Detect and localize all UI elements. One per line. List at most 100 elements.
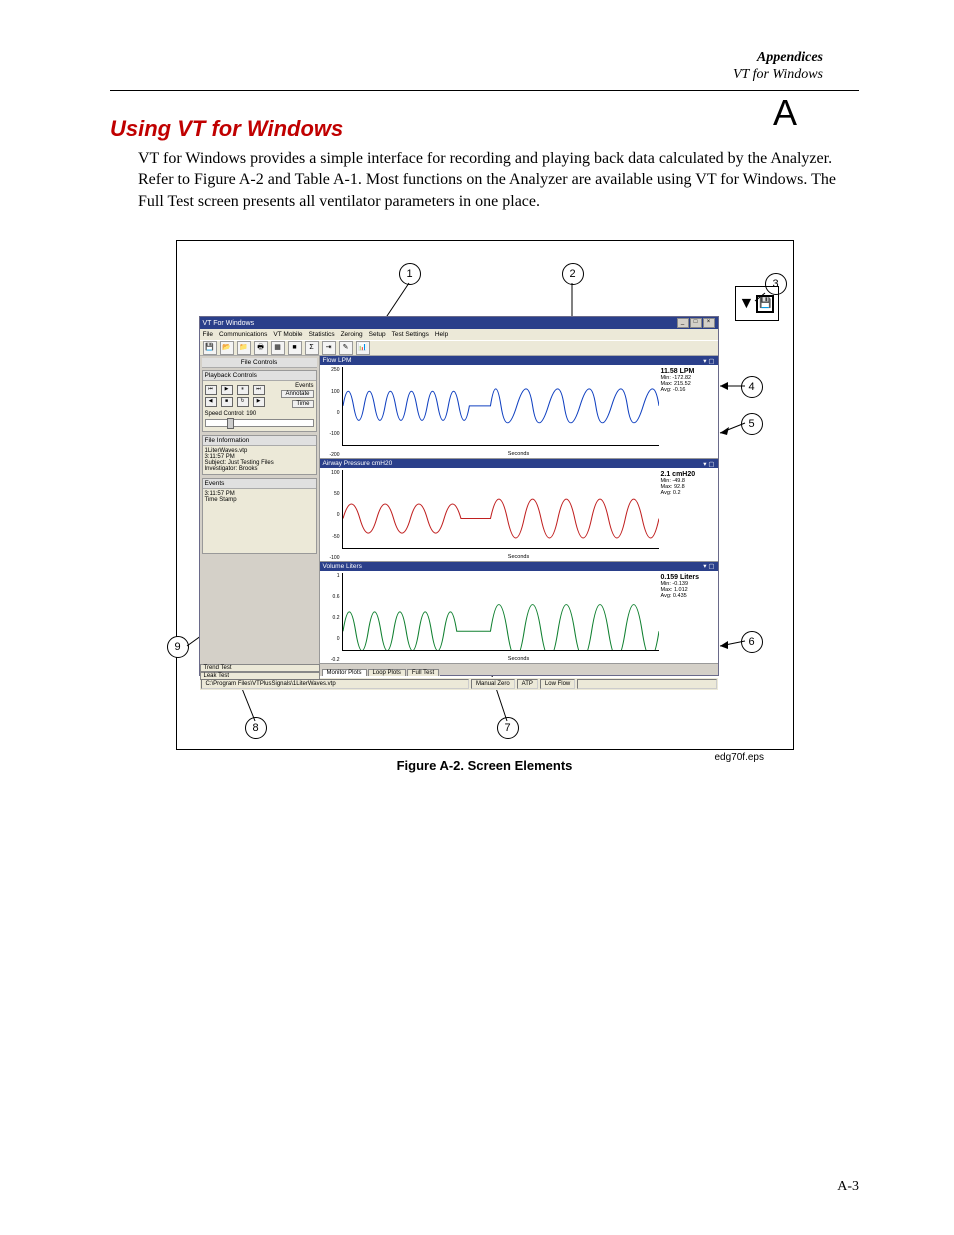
flow-plot <box>342 367 659 446</box>
status-bar: C:\Program Files\VTPlusSignals\1LiterWav… <box>200 677 718 690</box>
volume-title: Volume Liters <box>323 563 362 570</box>
volume-reading: 0.159 Liters <box>661 574 716 581</box>
investigator-value: Brooks <box>239 466 258 472</box>
header-title: Appendices <box>757 50 823 65</box>
eps-filename: edg70f.eps <box>715 752 765 763</box>
open-icon[interactable]: 📂 <box>220 341 234 355</box>
menu-file[interactable]: File <box>203 331 213 338</box>
loop-button[interactable]: ↻ <box>237 397 249 407</box>
ffwd-button[interactable]: ⏭ <box>253 385 265 395</box>
playback-title: Playback Controls <box>203 371 316 381</box>
flow-reading: 11.58 LPM <box>661 368 716 375</box>
dropdown-icon: ▼ <box>739 295 755 313</box>
figure-frame: 1 2 3 4 5 6 7 8 9 ▼ 💾 VT For Windows _□× <box>176 240 794 750</box>
status-mode: ATP <box>517 679 538 689</box>
chart-icon[interactable]: 📊 <box>356 341 370 355</box>
next-button[interactable]: ▶ <box>253 397 265 407</box>
monitor-plots-tab[interactable]: Monitor Plots <box>322 669 367 676</box>
callout-6: 6 <box>741 631 763 653</box>
status-path: C:\Program Files\VTPlusSignals\1LiterWav… <box>201 679 469 689</box>
callout-2: 2 <box>562 263 584 285</box>
folder-icon[interactable]: 📁 <box>237 341 251 355</box>
callout-7: 7 <box>497 717 519 739</box>
window-buttons[interactable]: _□× <box>676 318 715 328</box>
investigator-label: Investigator: <box>205 466 238 472</box>
pressure-xlabel: Seconds <box>508 554 529 560</box>
volume-xlabel: Seconds <box>508 656 529 662</box>
speed-slider[interactable] <box>205 419 314 427</box>
loop-plots-tab[interactable]: Loop Plots <box>368 669 406 676</box>
page-header: Appendices VT for Windows <box>110 50 859 84</box>
appendix-letter: A <box>773 92 797 134</box>
full-test-tab[interactable]: Full Test <box>407 669 439 676</box>
flow-chart: Flow LPM ▾ ▢ 250 100 0 -100 -200 <box>320 356 718 459</box>
event-label: Time Stamp <box>205 497 314 503</box>
speed-value: 190 <box>246 411 256 417</box>
callout-4: 4 <box>741 376 763 398</box>
print-icon[interactable]: 🖶 <box>254 341 268 355</box>
events-label: Events <box>265 383 314 389</box>
callout-9: 9 <box>167 636 189 658</box>
playback-panel: Playback Controls ⏮ ▶ ⏸ ⏭ ◀ ■ <box>202 370 317 432</box>
menu-bar[interactable]: File Communications VT Mobile Statistics… <box>200 329 718 340</box>
volume-plot <box>342 573 659 652</box>
page-number: A-3 <box>837 1179 859 1195</box>
prev-button[interactable]: ◀ <box>205 397 217 407</box>
pressure-plot <box>342 470 659 549</box>
pressure-stats: 2.1 cmH20 Min: -49.8 Max: 92.8 Avg: 0.2 <box>659 468 718 561</box>
stop-button[interactable]: ■ <box>221 397 233 407</box>
callout-1: 1 <box>399 263 421 285</box>
flow-title: Flow LPM <box>323 357 352 364</box>
callout-5: 5 <box>741 413 763 435</box>
time-button[interactable]: Time <box>292 400 313 408</box>
menu-zeroing[interactable]: Zeroing <box>341 331 363 338</box>
charts-area: Flow LPM ▾ ▢ 250 100 0 -100 -200 <box>320 356 718 664</box>
annotate-button[interactable]: Annotate <box>281 390 313 398</box>
flow-stats: 11.58 LPM Min: -172.82 Max: 215.52 Avg: … <box>659 365 718 458</box>
extra-icons-box: ▼ 💾 <box>735 286 779 321</box>
save-icon: 💾 <box>756 295 774 313</box>
section-paragraph: VT for Windows provides a simple interfa… <box>138 148 859 213</box>
sidebar-header: File Controls <box>202 358 317 368</box>
volume-stats: 0.159 Liters Min: -0.139 Max: 1.012 Avg:… <box>659 571 718 664</box>
bottom-tab-group: Monitor Plots Loop Plots Full Test <box>320 664 441 676</box>
play-button[interactable]: ▶ <box>221 385 233 395</box>
speed-label: Speed Control <box>205 411 243 417</box>
pressure-title: Airway Pressure cmH20 <box>323 460 393 467</box>
fileinfo-title: File Information <box>203 436 316 446</box>
tool-icon[interactable]: ✎ <box>339 341 353 355</box>
save-icon[interactable]: 💾 <box>203 341 217 355</box>
sidebar: File Controls Playback Controls ⏮ ▶ ⏸ ⏭ <box>200 356 320 664</box>
menu-communications[interactable]: Communications <box>219 331 267 338</box>
menu-setup[interactable]: Setup <box>369 331 386 338</box>
fileinfo-panel: File Information 1LiterWaves.vtp 3:11:57… <box>202 435 317 475</box>
events-panel: Events 3:11:57 PM Time Stamp <box>202 478 317 554</box>
status-spacer <box>577 679 716 689</box>
left-tab-group: Trend Test Leak Test <box>200 664 320 677</box>
chart-ctrl-icon[interactable]: ▾ ▢ <box>703 357 714 365</box>
menu-testsettings[interactable]: Test Settings <box>392 331 429 338</box>
pressure-reading: 2.1 cmH20 <box>661 471 716 478</box>
menu-vtmobile[interactable]: VT Mobile <box>273 331 302 338</box>
window-title: VT For Windows <box>203 320 255 327</box>
chart-ctrl-icon[interactable]: ▾ ▢ <box>703 460 714 468</box>
volume-chart: Volume Liters ▾ ▢ 1 0.6 0.2 0 -0.2 <box>320 562 718 665</box>
grid-icon[interactable]: ▦ <box>271 341 285 355</box>
flow-yticks: 250 100 0 -100 -200 <box>320 365 342 458</box>
vt-windows-screenshot: VT For Windows _□× File Communications V… <box>199 316 719 676</box>
pressure-yticks: 100 50 0 -50 -100 <box>320 468 342 561</box>
stop-icon[interactable]: ■ <box>288 341 302 355</box>
rewind-button[interactable]: ⏮ <box>205 385 217 395</box>
status-zero: Manual Zero <box>471 679 515 689</box>
chart-ctrl-icon[interactable]: ▾ ▢ <box>703 562 714 570</box>
menu-statistics[interactable]: Statistics <box>309 331 335 338</box>
menu-help[interactable]: Help <box>435 331 448 338</box>
volume-yticks: 1 0.6 0.2 0 -0.2 <box>320 571 342 664</box>
status-flow: Low Flow <box>540 679 575 689</box>
end-icon[interactable]: ⇥ <box>322 341 336 355</box>
sigma-icon[interactable]: Σ <box>305 341 319 355</box>
header-subtitle: VT for Windows <box>733 67 823 82</box>
events-title: Events <box>203 479 316 489</box>
trend-test-tab[interactable]: Trend Test <box>200 664 320 672</box>
pause-button[interactable]: ⏸ <box>237 385 249 395</box>
